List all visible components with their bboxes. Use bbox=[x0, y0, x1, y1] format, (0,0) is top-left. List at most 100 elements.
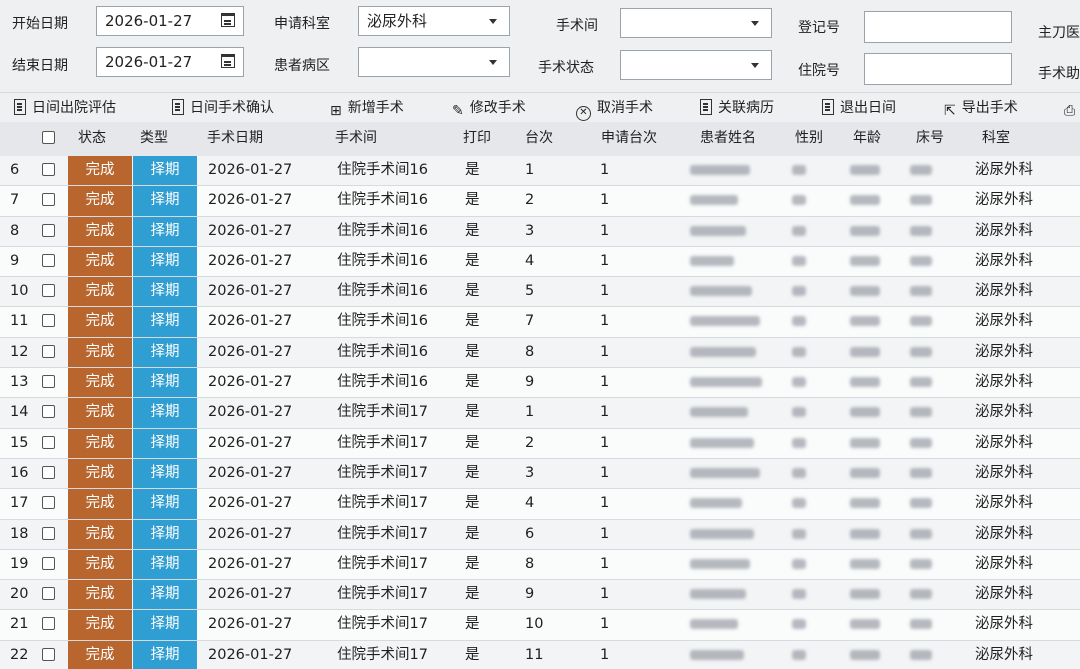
col-seq[interactable]: 台次 bbox=[525, 122, 553, 156]
sex-redacted bbox=[792, 186, 810, 215]
row-checkbox[interactable] bbox=[42, 489, 58, 518]
table-row[interactable]: 20 完成 择期 2026-01-27 住院手术间17 是 9 1 泌尿外科 bbox=[0, 580, 1080, 611]
table-row[interactable]: 16 完成 择期 2026-01-27 住院手术间17 是 3 1 泌尿外科 bbox=[0, 458, 1080, 490]
surgery-date: 2026-01-27 bbox=[208, 616, 293, 633]
table-row[interactable]: 8 完成 择期 2026-01-27 住院手术间16 是 3 1 泌尿外科 bbox=[0, 216, 1080, 247]
col-bed[interactable]: 床号 bbox=[916, 122, 944, 156]
operating-room: 住院手术间17 bbox=[337, 616, 428, 633]
day-discharge-eval-button[interactable]: 日间出院评估 bbox=[14, 97, 116, 119]
surgery-date: 2026-01-27 bbox=[208, 495, 293, 512]
table-row[interactable]: 19 完成 择期 2026-01-27 住院手术间17 是 8 1 泌尿外科 bbox=[0, 549, 1080, 581]
row-checkbox[interactable] bbox=[42, 217, 58, 246]
department: 泌尿外科 bbox=[975, 162, 1033, 178]
table-row[interactable]: 6 完成 择期 2026-01-27 住院手术间16 是 1 1 泌尿外科 bbox=[0, 156, 1080, 187]
day-surgery-confirm-button[interactable]: 日间手术确认 bbox=[172, 97, 274, 119]
table-row[interactable]: 10 完成 择期 2026-01-27 住院手术间16 是 5 1 泌尿外科 bbox=[0, 277, 1080, 308]
row-checkbox[interactable] bbox=[42, 156, 58, 185]
row-checkbox[interactable] bbox=[42, 368, 58, 397]
row-checkbox[interactable] bbox=[42, 338, 58, 367]
table-row[interactable]: 17 完成 择期 2026-01-27 住院手术间17 是 4 1 泌尿外科 bbox=[0, 489, 1080, 520]
table-row[interactable]: 11 完成 择期 2026-01-27 住院手术间16 是 7 1 泌尿外科 bbox=[0, 307, 1080, 338]
button-label: 新增手术 bbox=[347, 100, 404, 116]
col-apply-seq[interactable]: 申请台次 bbox=[601, 122, 657, 156]
col-dept[interactable]: 科室 bbox=[982, 122, 1010, 156]
row-checkbox[interactable] bbox=[42, 307, 58, 336]
table-row[interactable]: 13 完成 择期 2026-01-27 住院手术间16 是 9 1 泌尿外科 bbox=[0, 368, 1080, 399]
operating-room: 住院手术间17 bbox=[337, 495, 428, 512]
row-checkbox[interactable] bbox=[42, 277, 58, 306]
link-record-button[interactable]: 关联病历 bbox=[700, 97, 774, 119]
table-row[interactable]: 14 完成 择期 2026-01-27 住院手术间17 是 1 1 泌尿外科 bbox=[0, 398, 1080, 429]
end-date-label: 结束日期 bbox=[12, 58, 68, 74]
table-row[interactable]: 22 完成 择期 2026-01-27 住院手术间17 是 11 1 泌尿外科 bbox=[0, 640, 1080, 669]
apply-sequence: 1 bbox=[600, 343, 610, 360]
export-surgery-button[interactable]: ⇱ 导出手术 bbox=[944, 97, 1018, 119]
table-row[interactable]: 18 完成 择期 2026-01-27 住院手术间17 是 6 1 泌尿外科 bbox=[0, 519, 1080, 550]
printed-flag: 是 bbox=[465, 555, 480, 572]
table-row[interactable]: 7 完成 择期 2026-01-27 住院手术间16 是 2 1 泌尿外科 bbox=[0, 186, 1080, 217]
type-badge: 择期 bbox=[133, 519, 197, 549]
row-checkbox[interactable] bbox=[42, 398, 58, 427]
room-select[interactable] bbox=[620, 8, 772, 38]
exit-day-button[interactable]: 退出日间 bbox=[822, 97, 896, 119]
sex-redacted bbox=[792, 610, 810, 639]
table-row[interactable]: 21 完成 择期 2026-01-27 住院手术间17 是 10 1 泌尿外科 bbox=[0, 610, 1080, 641]
ward-select[interactable] bbox=[358, 47, 510, 77]
document-icon bbox=[822, 99, 834, 115]
surgery-status-select[interactable] bbox=[620, 50, 772, 80]
col-status[interactable]: 状态 bbox=[78, 122, 106, 156]
reg-no-input[interactable] bbox=[864, 11, 1012, 43]
department: 泌尿外科 bbox=[975, 464, 1033, 481]
operating-room: 住院手术间17 bbox=[337, 646, 428, 663]
row-checkbox[interactable] bbox=[42, 520, 58, 549]
operating-room: 住院手术间16 bbox=[337, 313, 428, 330]
add-icon: ⊞ bbox=[330, 103, 342, 119]
button-label: 导出手术 bbox=[961, 100, 1018, 116]
table-row[interactable]: 12 完成 择期 2026-01-27 住院手术间16 是 8 1 泌尿外科 bbox=[0, 337, 1080, 369]
row-checkbox[interactable] bbox=[42, 459, 58, 488]
print-button[interactable]: ⎙ bbox=[1064, 97, 1080, 119]
patient-name-redacted bbox=[690, 429, 770, 458]
row-checkbox[interactable] bbox=[42, 186, 58, 215]
type-badge: 择期 bbox=[133, 246, 197, 277]
edit-surgery-button[interactable]: ✎ 修改手术 bbox=[452, 97, 526, 119]
apply-sequence: 1 bbox=[600, 616, 610, 633]
col-print[interactable]: 打印 bbox=[463, 122, 491, 156]
col-type[interactable]: 类型 bbox=[140, 122, 168, 156]
row-checkbox[interactable] bbox=[42, 429, 58, 458]
end-date-field[interactable]: 2026-01-27 bbox=[96, 47, 244, 77]
chevron-down-icon bbox=[489, 60, 497, 65]
row-checkbox[interactable] bbox=[42, 610, 58, 639]
row-checkbox[interactable] bbox=[42, 580, 58, 609]
dept-select[interactable]: 泌尿外科 bbox=[358, 6, 510, 36]
status-badge: 完成 bbox=[68, 216, 132, 246]
apply-sequence: 1 bbox=[600, 646, 610, 663]
col-room[interactable]: 手术间 bbox=[335, 122, 377, 156]
sex-redacted bbox=[792, 459, 810, 488]
row-number: 15 bbox=[10, 434, 29, 451]
chevron-down-icon bbox=[751, 21, 759, 26]
add-surgery-button[interactable]: ⊞ 新增手术 bbox=[330, 97, 404, 119]
row-number: 9 bbox=[10, 252, 20, 269]
col-date[interactable]: 手术日期 bbox=[207, 122, 263, 156]
cancel-surgery-button[interactable]: ✕ 取消手术 bbox=[576, 97, 653, 121]
row-checkbox[interactable] bbox=[42, 550, 58, 579]
start-date-field[interactable]: 2026-01-27 bbox=[96, 6, 244, 36]
row-checkbox[interactable] bbox=[42, 247, 58, 276]
select-all-checkbox[interactable] bbox=[42, 122, 55, 156]
bed-redacted bbox=[910, 398, 946, 427]
calendar-icon[interactable] bbox=[221, 13, 235, 27]
col-patient-name[interactable]: 患者姓名 bbox=[700, 122, 756, 156]
table-row[interactable]: 15 完成 择期 2026-01-27 住院手术间17 是 2 1 泌尿外科 bbox=[0, 428, 1080, 459]
surgery-date: 2026-01-27 bbox=[208, 646, 293, 663]
calendar-icon[interactable] bbox=[221, 54, 235, 68]
table-row[interactable]: 9 完成 择期 2026-01-27 住院手术间16 是 4 1 泌尿外科 bbox=[0, 246, 1080, 278]
row-checkbox[interactable] bbox=[42, 641, 58, 669]
checkbox-icon bbox=[42, 435, 55, 449]
sex-redacted bbox=[792, 580, 810, 609]
apply-sequence: 1 bbox=[600, 313, 610, 330]
col-sex[interactable]: 性别 bbox=[795, 122, 823, 156]
status-badge: 完成 bbox=[68, 398, 132, 428]
inpatient-no-input[interactable] bbox=[864, 53, 1012, 85]
col-age[interactable]: 年龄 bbox=[853, 122, 881, 156]
